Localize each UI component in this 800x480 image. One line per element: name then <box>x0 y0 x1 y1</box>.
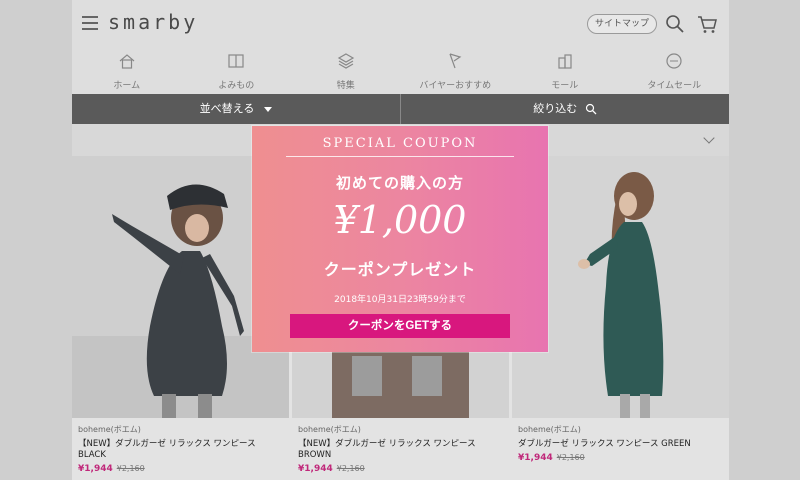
coupon-lead-text: 初めての購入の方 <box>335 174 464 192</box>
coupon-deadline: 2018年10月31日23時59分まで <box>334 295 466 305</box>
get-coupon-button[interactable]: クーポンをGETする <box>290 314 510 338</box>
coupon-heading: SPECIAL COUPON <box>322 136 478 151</box>
coupon-subtitle: クーポンプレゼント <box>323 260 477 279</box>
coupon-amount: ¥1,000 <box>333 198 467 242</box>
divider <box>286 156 514 157</box>
coupon-modal: SPECIAL COUPON 初めての購入の方 ¥1,000 クーポンプレゼント… <box>252 126 548 352</box>
